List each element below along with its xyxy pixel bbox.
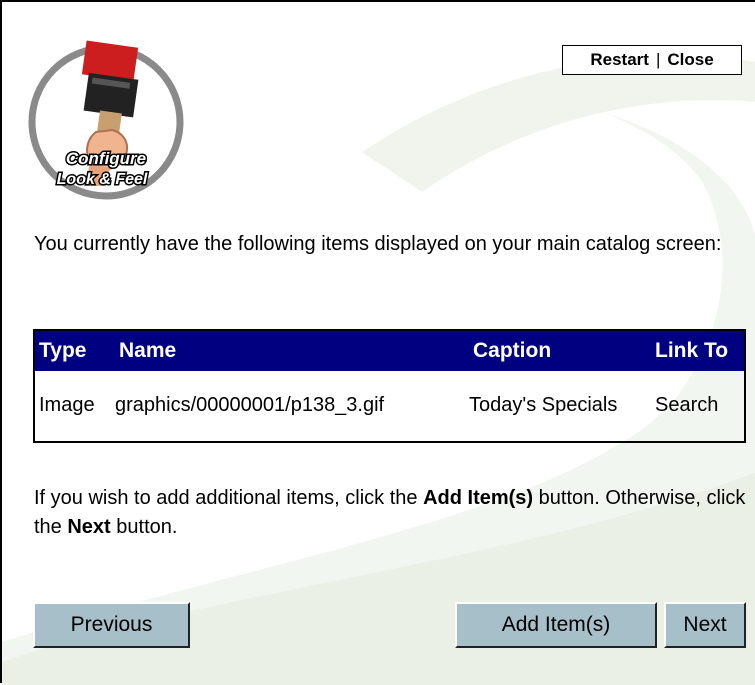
cell-type: Image	[39, 394, 95, 416]
logo-text-configure: Configure	[66, 149, 146, 168]
next-button[interactable]: Next	[664, 602, 746, 648]
column-header-link-to: Link To	[651, 331, 744, 371]
instructions-add-items-bold: Add Item(s)	[423, 487, 534, 509]
instructions-text: If you wish to add additional items, cli…	[34, 484, 749, 542]
cell-link-to: Search	[655, 394, 719, 416]
instructions-next-bold: Next	[67, 516, 111, 538]
table-row: Image graphics/00000001/p138_3.gif Today…	[35, 371, 744, 439]
configure-look-and-feel-logo: Configure Look & Feel	[28, 40, 184, 200]
table-header-row: Type Name Caption Link To	[35, 331, 744, 371]
items-table: Type Name Caption Link To Image graphics…	[33, 329, 746, 443]
top-links-box: Restart | Close	[562, 45, 742, 75]
instructions-part3: button.	[110, 516, 178, 538]
instructions-part1: If you wish to add additional items, cli…	[34, 487, 424, 509]
column-header-caption: Caption	[469, 331, 651, 371]
column-header-type: Type	[35, 331, 115, 371]
logo-text-look-and-feel: Look & Feel	[57, 171, 148, 188]
cell-name: graphics/00000001/p138_3.gif	[115, 394, 385, 416]
cell-caption: Today's Specials	[469, 394, 618, 416]
close-link[interactable]: Close	[667, 50, 713, 70]
intro-text: You currently have the following items d…	[34, 233, 722, 255]
link-separator: |	[655, 50, 661, 69]
column-header-name: Name	[115, 331, 469, 371]
restart-link[interactable]: Restart	[590, 50, 649, 70]
previous-button[interactable]: Previous	[33, 602, 190, 648]
add-items-button[interactable]: Add Item(s)	[455, 602, 657, 648]
wizard-window: Configure Look & Feel Restart | Close Yo…	[0, 0, 755, 685]
